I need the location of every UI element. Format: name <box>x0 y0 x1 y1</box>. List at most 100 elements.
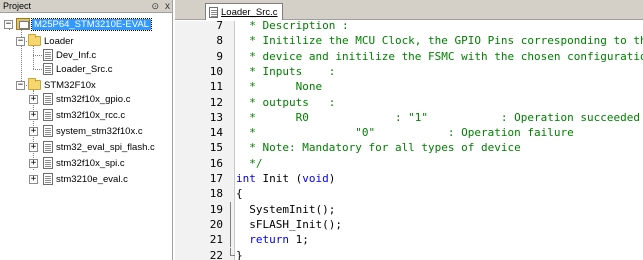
tree-node-label: Dev_Inf.c <box>56 49 97 61</box>
expand-toggle[interactable]: + <box>29 143 38 152</box>
target-icon <box>16 18 30 30</box>
expand-toggle[interactable]: + <box>29 127 38 136</box>
tree-node-file[interactable]: Dev_Inf.c <box>43 48 96 62</box>
tree-node-label: STM32F10x <box>44 79 96 91</box>
code-text: * Inputs : <box>236 64 335 79</box>
code-text: * Note: Mandatory for all types of devic… <box>236 140 521 155</box>
code-text: * None <box>236 79 322 94</box>
code-text: SystemInit(); <box>236 202 335 217</box>
fold-end <box>230 254 235 256</box>
tree-node-file[interactable]: system_stm32f10x.c <box>43 124 143 138</box>
tree-node-file[interactable]: stm3210e_eval.c <box>43 172 128 186</box>
code-line[interactable]: 9 * device and initilize the FSMC with t… <box>175 49 643 64</box>
line-number: 17 <box>209 172 223 185</box>
comment-token: */ <box>236 156 263 170</box>
fold-line <box>230 247 231 255</box>
code-line[interactable]: 8 * Initilize the MCU Clock, the GPIO Pi… <box>175 33 643 48</box>
expand-toggle[interactable]: + <box>29 159 38 168</box>
tree-node-target[interactable]: M25P64_STM3210E-EVAL <box>16 17 152 31</box>
code-token: SystemInit(); <box>236 202 336 216</box>
tree-node-file[interactable]: stm32f10x_gpio.c <box>43 92 130 106</box>
line-number: 8 <box>216 34 223 48</box>
tree-node-file[interactable]: stm32f10x_spi.c <box>43 156 125 170</box>
code-text: return 1; <box>236 232 309 247</box>
code-line[interactable]: 15 * Note: Mandatory for all types of de… <box>175 140 643 155</box>
code-token: Init ( <box>255 172 303 185</box>
code-line[interactable]: 13 * R0 : "1" : Operation succeeded <box>175 110 643 125</box>
line-number: 19 <box>209 202 223 216</box>
code-line[interactable]: 12 * outputs : <box>175 95 643 110</box>
code-line[interactable]: 10 * Inputs : <box>175 64 643 79</box>
code-text: * Initilize the MCU Clock, the GPIO Pins… <box>236 33 643 48</box>
fold-marker <box>226 201 235 217</box>
code-line[interactable]: 11 * None <box>175 79 643 94</box>
tree-line <box>33 46 34 69</box>
file-icon <box>43 173 53 185</box>
tree-line <box>33 69 42 70</box>
tree-node-file[interactable]: Loader_Src.c <box>43 62 113 76</box>
code-line[interactable]: 21 return 1; <box>175 232 643 248</box>
code-line[interactable]: 14 * "0" : Operation failure <box>175 125 643 140</box>
fold-marker <box>226 232 235 248</box>
code-line[interactable]: 17 int Init (void) <box>175 171 643 186</box>
close-icon[interactable]: x <box>165 0 170 13</box>
tree-node-file[interactable]: stm32_eval_spi_flash.c <box>43 140 155 154</box>
comment-token: * "0" : Operation failure <box>236 126 574 140</box>
fold-marker <box>226 247 235 260</box>
folder-icon <box>28 78 41 90</box>
line-number: 7 <box>216 19 223 32</box>
code-editor[interactable]: Loader_Src.c 7 * Description :8 * Initil… <box>175 0 643 260</box>
file-icon <box>43 49 53 61</box>
tree-line <box>33 55 42 56</box>
line-number: 14 <box>209 126 223 140</box>
pin-icon[interactable]: ⊙ <box>151 0 159 13</box>
code-line[interactable]: 20 sFLASH_Init(); <box>175 216 643 232</box>
comment-token: * Inputs : <box>236 64 336 78</box>
tree-node-label: Loader_Src.c <box>56 63 113 75</box>
code-line[interactable]: 18 { <box>175 186 643 201</box>
tree-node-group-loader[interactable]: Loader <box>28 34 74 48</box>
code-token: sFLASH_Init(); <box>236 217 342 231</box>
expand-toggle[interactable]: − <box>4 20 13 29</box>
line-number: 9 <box>216 49 223 63</box>
tree-node-file[interactable]: stm32f10x_rcc.c <box>43 108 125 122</box>
code-line[interactable]: 7 * Description : <box>175 18 643 33</box>
code-text: * R0 : "1" : Operation succeeded <box>236 110 640 125</box>
expand-toggle[interactable]: + <box>29 175 38 184</box>
project-pane-title: Project <box>3 1 32 11</box>
tree-node-label: Loader <box>44 35 74 47</box>
comment-token: * Note: Mandatory for all types of devic… <box>236 141 521 155</box>
tree-node-group-stm32f10x[interactable]: STM32F10x <box>28 78 96 92</box>
code-text: */ <box>236 156 263 171</box>
comment-token: * R0 : "1" : Operation succeeded <box>236 110 640 124</box>
fold-line <box>230 232 231 248</box>
tree-node-label: M25P64_STM3210E-EVAL <box>31 17 152 31</box>
tree-node-label: system_stm32f10x.c <box>56 125 143 137</box>
fold-line <box>230 216 231 232</box>
file-icon <box>43 141 53 153</box>
line-number: 21 <box>209 233 223 247</box>
keyword-token: int <box>236 172 256 185</box>
expand-toggle[interactable]: + <box>29 111 38 120</box>
code-text: * "0" : Operation failure <box>236 125 574 140</box>
line-number: 22 <box>209 248 223 260</box>
line-number: 20 <box>209 217 223 231</box>
expand-toggle[interactable]: + <box>29 95 38 104</box>
fold-line <box>230 201 231 217</box>
expand-toggle[interactable]: − <box>16 37 25 46</box>
code-line[interactable]: 19 SystemInit(); <box>175 201 643 217</box>
file-icon <box>209 6 218 18</box>
comment-token: * None <box>236 80 323 94</box>
code-line[interactable]: 22} <box>175 247 643 260</box>
code-text: * outputs : <box>236 95 335 110</box>
code-text: * device and initilize the FSMC with the… <box>236 49 643 64</box>
file-icon <box>43 63 53 75</box>
tree-node-label: stm32f10x_rcc.c <box>56 109 126 121</box>
file-icon <box>43 125 53 137</box>
expand-toggle[interactable]: − <box>16 81 25 90</box>
code-line[interactable]: 16 */ <box>175 156 643 171</box>
code-token: } <box>236 248 243 260</box>
editor-tab-bar: Loader_Src.c <box>175 0 643 20</box>
project-pane-header: Project ⊙ x <box>0 0 172 13</box>
